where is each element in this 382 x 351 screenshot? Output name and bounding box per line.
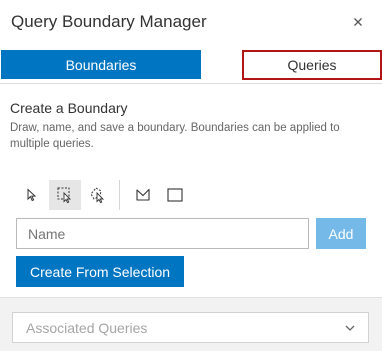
associated-queries-label: Associated Queries (26, 320, 148, 336)
lasso-select-icon[interactable] (81, 180, 113, 210)
draw-rectangle-icon[interactable] (159, 180, 191, 210)
create-boundary-description: Draw, name, and save a boundary. Boundar… (10, 122, 340, 150)
chevron-down-icon (344, 322, 356, 334)
panel-title: Query Boundary Manager (11, 12, 207, 31)
add-button[interactable]: Add (316, 218, 366, 249)
close-icon[interactable] (350, 14, 366, 30)
toolbar-separator (119, 180, 120, 210)
associated-queries-select[interactable]: Associated Queries (12, 312, 369, 343)
tab-queries[interactable]: Queries (242, 50, 382, 80)
create-from-selection-label: Create From Selection (29, 263, 171, 280)
create-from-selection-button[interactable]: Create From Selection (16, 256, 184, 287)
panel-header: Query Boundary Manager (0, 0, 382, 46)
tab-boundaries[interactable]: Boundaries (1, 50, 201, 79)
rectangle-select-icon[interactable] (49, 180, 81, 210)
tab-divider (0, 83, 382, 84)
boundary-name-input[interactable] (16, 218, 309, 249)
draw-polygon-icon[interactable] (127, 180, 159, 210)
create-boundary-title: Create a Boundary (10, 100, 128, 116)
tab-queries-label: Queries (287, 57, 337, 73)
tab-boundaries-label: Boundaries (65, 56, 137, 73)
add-button-label: Add (328, 225, 354, 242)
pointer-select-icon[interactable] (16, 180, 48, 210)
